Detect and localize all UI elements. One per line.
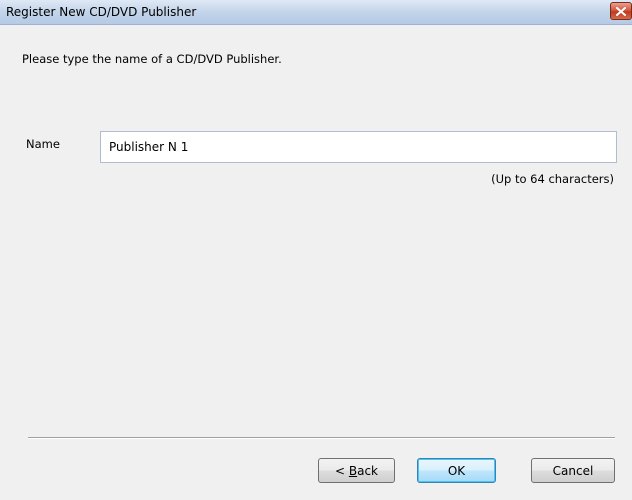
back-button-rest: ack [357, 463, 378, 478]
name-label: Name [26, 137, 60, 151]
prompt-text: Please type the name of a CD/DVD Publish… [22, 52, 282, 66]
close-icon [616, 6, 626, 16]
window-title: Register New CD/DVD Publisher [6, 5, 197, 19]
publisher-dialog: Register New CD/DVD Publisher Please typ… [0, 0, 632, 500]
name-input[interactable] [100, 131, 617, 163]
close-button[interactable] [610, 2, 632, 20]
char-limit-hint: (Up to 64 characters) [491, 172, 614, 186]
back-button[interactable]: < Back [318, 458, 395, 483]
back-button-prefix: < [334, 463, 349, 478]
ok-button[interactable]: OK [417, 458, 496, 483]
cancel-button[interactable]: Cancel [531, 458, 615, 483]
back-button-accelerator: B [348, 463, 358, 478]
title-bar[interactable]: Register New CD/DVD Publisher [0, 0, 632, 25]
separator [28, 437, 615, 439]
